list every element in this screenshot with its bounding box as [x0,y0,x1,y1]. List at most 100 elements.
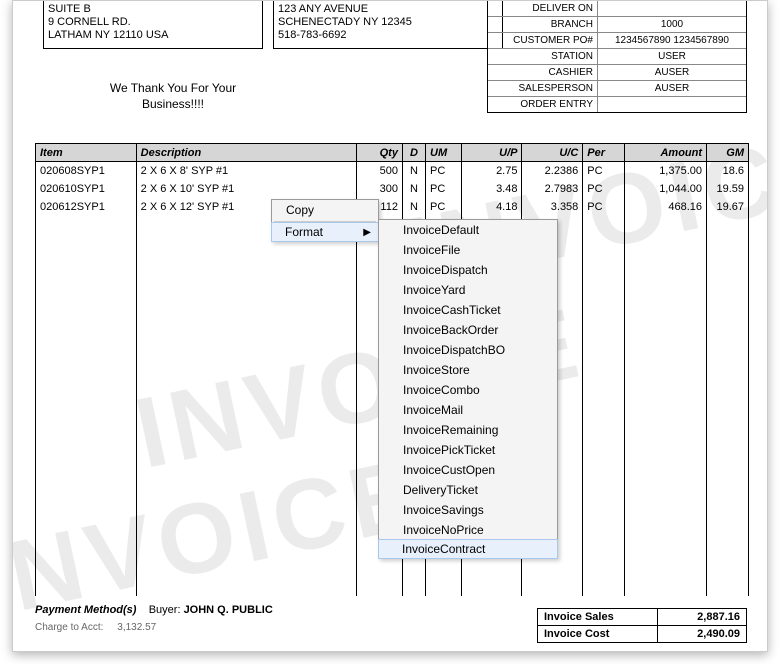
cell-up: 4.18 [461,198,522,216]
total-value: 2,490.09 [658,626,747,643]
header-info-value: 1000 [598,17,746,32]
payment-label: Payment Method(s) [35,604,136,616]
buyer-name: JOHN Q. PUBLIC [184,604,273,616]
invoice-header-info: DELIVER ONBRANCH1000CUSTOMER PO#12345678… [487,1,747,113]
table-header: Item Description Qty D UM U/P U/C Per Am… [36,144,749,162]
cell-per: PC [583,198,625,216]
menu-item-invoicepickticket[interactable]: InvoicePickTicket [379,440,557,460]
col-gm: GM [707,144,749,162]
total-label: Invoice Sales [538,609,658,626]
menu-item-copy[interactable]: Copy [272,200,378,220]
table-row[interactable]: 020608SYP12 X 6 X 8' SYP #1500NPC2.752.2… [36,162,749,180]
menu-item-invoicemail[interactable]: InvoiceMail [379,400,557,420]
header-info-value [598,1,746,16]
context-menu[interactable]: Copy Format ▶ [271,199,379,242]
menu-item-invoiceyard[interactable]: InvoiceYard [379,280,557,300]
header-info-value: AUSER [598,65,746,80]
cell-uc: 2.7983 [522,180,583,198]
charge-value: 3,132.57 [117,622,156,633]
col-d: D [402,144,425,162]
address-ship-from: SUITE B 9 CORNELL RD. LATHAM NY 12110 US… [43,1,263,49]
cell-up: 3.48 [461,180,522,198]
menu-item-invoicecashticket[interactable]: InvoiceCashTicket [379,300,557,320]
col-amount: Amount [625,144,707,162]
cell-gm: 19.59 [707,180,749,198]
header-info-key: STATION [488,49,598,64]
cell-gm: 19.67 [707,198,749,216]
col-qty: Qty [356,144,402,162]
addr-line: LATHAM NY 12110 USA [48,29,258,42]
header-info-key: CUSTOMER PO# [488,33,598,48]
header-info-value: 1234567890 1234567890 [598,33,746,48]
header-info-value [598,97,746,112]
thank-you-message: We Thank You For Your Business!!!! [83,81,263,112]
menu-item-invoicecombo[interactable]: InvoiceCombo [379,380,557,400]
cell-d: N [402,162,425,180]
col-up: U/P [461,144,522,162]
total-value: 2,887.16 [658,609,747,626]
total-row-sales: Invoice Sales 2,887.16 [538,609,747,626]
thanks-line: Business!!!! [83,97,263,113]
addr-line: SCHENECTADY NY 12345 [278,16,498,29]
menu-item-invoicedispatch[interactable]: InvoiceDispatch [379,260,557,280]
menu-item-invoicedefault[interactable]: InvoiceDefault [379,220,557,240]
cell-um: PC [426,198,462,216]
table-row[interactable]: 020612SYP12 X 6 X 12' SYP #1112NPC4.183.… [36,198,749,216]
header-info-key: CASHIER [488,65,598,80]
cell-per: PC [583,180,625,198]
addr-line: 9 CORNELL RD. [48,16,258,29]
address-ship-to: 123 ANY AVENUE SCHENECTADY NY 12345 518-… [273,1,503,49]
menu-item-invoicebackorder[interactable]: InvoiceBackOrder [379,320,557,340]
cell-item: 020612SYP1 [36,198,137,216]
cell-item: 020608SYP1 [36,162,137,180]
charge-label: Charge to Acct: [35,622,103,633]
menu-label: Copy [286,203,314,217]
table-row[interactable]: 020610SYP12 X 6 X 10' SYP #1300NPC3.482.… [36,180,749,198]
menu-item-invoicecustopen[interactable]: InvoiceCustOpen [379,460,557,480]
addr-line: SUITE B [48,3,258,16]
menu-item-invoicecontract[interactable]: InvoiceContract [378,539,558,559]
invoice-totals: Invoice Sales 2,887.16 Invoice Cost 2,49… [537,608,747,643]
menu-item-invoicedispatchbo[interactable]: InvoiceDispatchBO [379,340,557,360]
invoice-document: INVOICE INVOICE INVOICE SUITE B 9 CORNEL… [12,0,768,652]
header-info-key: DELIVER ON [488,1,598,16]
format-submenu[interactable]: InvoiceDefaultInvoiceFileInvoiceDispatch… [378,219,558,559]
cell-per: PC [583,162,625,180]
cell-desc: 2 X 6 X 8' SYP #1 [136,162,356,180]
header-info-row: DELIVER ON [488,1,746,16]
cell-uc: 3.358 [522,198,583,216]
cell-qty: 300 [356,180,402,198]
cell-um: PC [426,180,462,198]
header-info-key: SALESPERSON [488,81,598,96]
cell-amt: 468.16 [625,198,707,216]
cell-uc: 2.2386 [522,162,583,180]
menu-item-invoicenoprice[interactable]: InvoiceNoPrice [379,520,557,540]
cell-item: 020610SYP1 [36,180,137,198]
buyer-label: Buyer: [149,604,181,616]
addr-line: 518-783-6692 [278,29,498,42]
chevron-right-icon: ▶ [363,227,371,238]
menu-item-invoicestore[interactable]: InvoiceStore [379,360,557,380]
menu-item-invoicefile[interactable]: InvoiceFile [379,240,557,260]
header-info-row: SALESPERSONAUSER [488,80,746,96]
cell-desc: 2 X 6 X 10' SYP #1 [136,180,356,198]
cell-d: N [402,198,425,216]
cell-qty: 500 [356,162,402,180]
cell-amt: 1,044.00 [625,180,707,198]
cell-d: N [402,180,425,198]
col-um: UM [426,144,462,162]
header-info-key: BRANCH [488,17,598,32]
menu-item-deliveryticket[interactable]: DeliveryTicket [379,480,557,500]
payment-methods: Payment Method(s) Buyer: JOHN Q. PUBLIC … [35,604,273,633]
cell-um: PC [426,162,462,180]
menu-item-format[interactable]: Format ▶ [271,222,379,242]
menu-item-invoiceremaining[interactable]: InvoiceRemaining [379,420,557,440]
thanks-line: We Thank You For Your [83,81,263,97]
header-info-row: CUSTOMER PO#1234567890 1234567890 [488,32,746,48]
total-label: Invoice Cost [538,626,658,643]
header-info-row: CASHIERAUSER [488,64,746,80]
cell-up: 2.75 [461,162,522,180]
menu-item-invoicesavings[interactable]: InvoiceSavings [379,500,557,520]
addr-line: 123 ANY AVENUE [278,3,498,16]
col-item: Item [36,144,137,162]
